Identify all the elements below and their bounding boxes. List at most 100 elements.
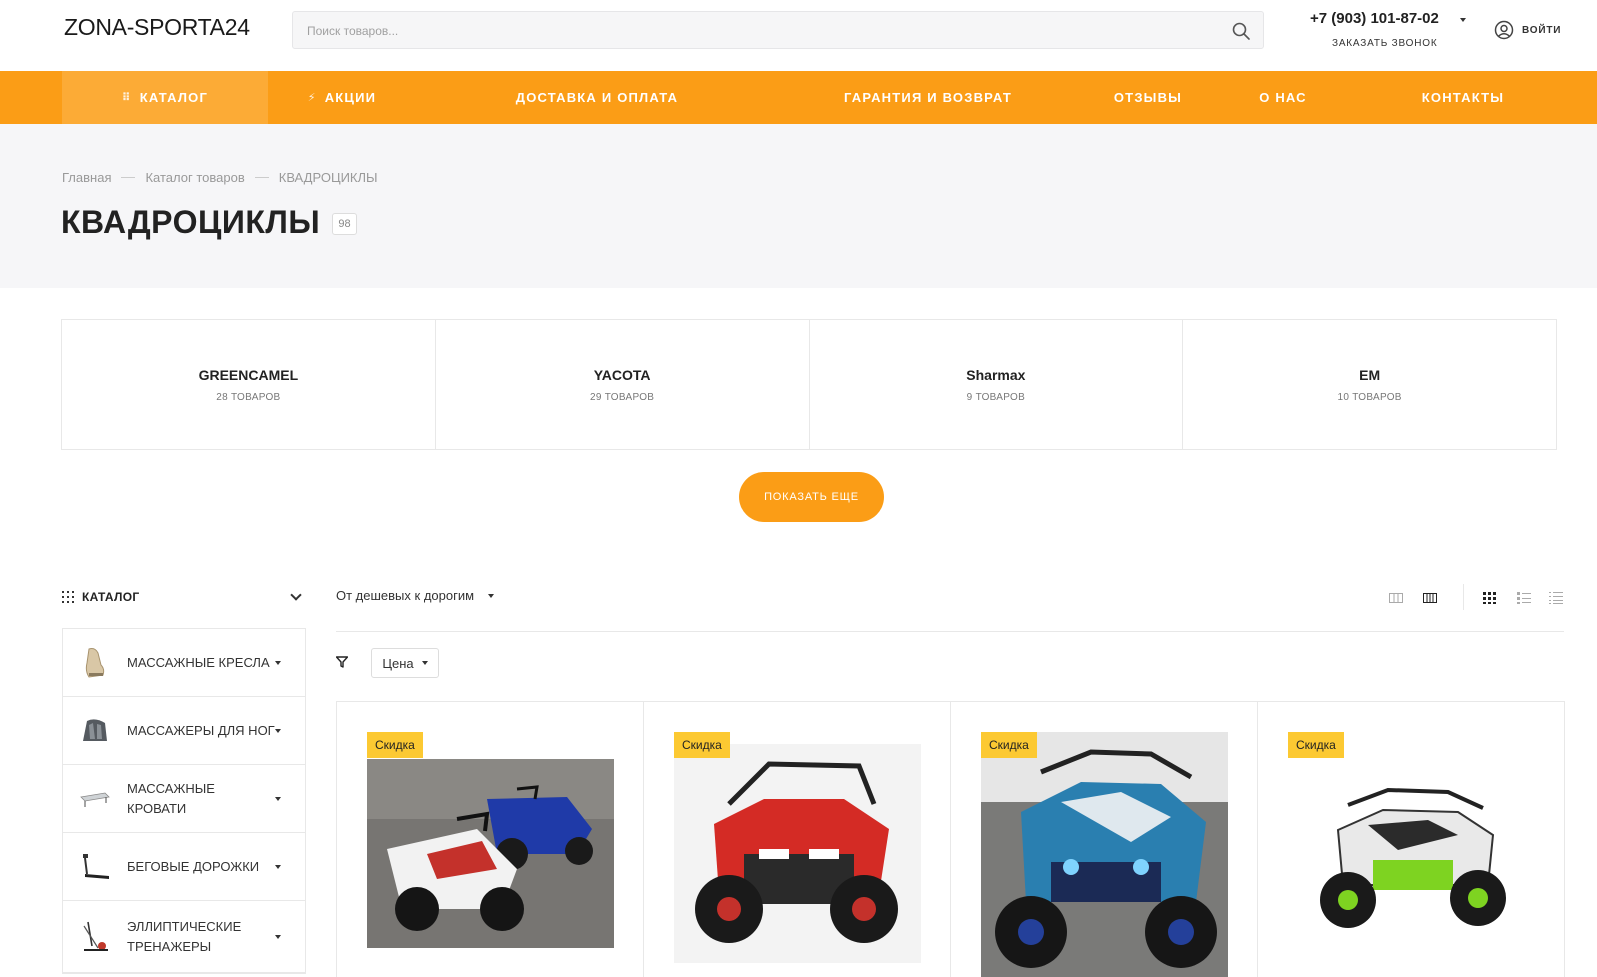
discount-badge: Скидка xyxy=(1288,732,1344,758)
caret-down-icon[interactable] xyxy=(275,660,281,665)
sidebar-item-label: БЕГОВЫЕ ДОРОЖКИ xyxy=(127,858,260,874)
page-title: КВАДРОЦИКЛЫ xyxy=(61,204,321,240)
nav-sales-label: АКЦИИ xyxy=(324,90,377,105)
treadmill-icon xyxy=(79,850,111,884)
callback-link[interactable]: ЗАКАЗАТЬ ЗВОНОК xyxy=(1332,38,1437,49)
columns-4-icon[interactable] xyxy=(1423,593,1437,603)
caret-down-icon xyxy=(421,661,428,665)
nav-warranty[interactable]: ГАРАНТИЯ И ВОЗВРАТ xyxy=(778,71,1078,124)
sidebar-item-label: МАССАЖНЫЕ КРОВАТИ xyxy=(127,780,215,816)
sort-label: От дешевых к дорогим xyxy=(336,588,475,603)
brand-card[interactable]: Sharmax 9 ТОВАРОВ xyxy=(810,320,1184,449)
sidebar-item-massage-chairs[interactable]: МАССАЖНЫЕ КРЕСЛА xyxy=(63,629,305,697)
sidebar-item-foot-massagers[interactable]: МАССАЖЕРЫ ДЛЯ НОГ xyxy=(63,697,305,765)
brand-grid: GREENCAMEL 28 ТОВАРОВ YACOTA 29 ТОВАРОВ … xyxy=(61,319,1557,450)
toolbar-divider xyxy=(336,631,1564,632)
price-filter-button[interactable]: Цена xyxy=(371,648,439,678)
brand-name: EM xyxy=(1359,366,1381,383)
product-card[interactable]: Скидка xyxy=(644,702,951,977)
caret-down-icon[interactable] xyxy=(275,934,281,939)
brand-name: Sharmax xyxy=(966,366,1026,383)
nav-warranty-label: ГАРАНТИЯ И ВОЗВРАТ xyxy=(844,90,1012,105)
phone-dropdown-icon[interactable] xyxy=(1460,18,1466,22)
brand-count: 29 ТОВАРОВ xyxy=(590,391,655,403)
sidebar-title: КАТАЛОГ xyxy=(82,590,140,604)
lightning-icon: ⚡ xyxy=(307,92,317,104)
product-image[interactable] xyxy=(367,759,614,948)
caret-down-icon xyxy=(488,593,495,598)
nav-about-label: О НАС xyxy=(1259,90,1307,105)
brand-count: 28 ТОВАРОВ xyxy=(216,391,281,403)
view-divider xyxy=(1463,584,1464,610)
filter-icon[interactable] xyxy=(336,656,348,668)
brand-name: GREENCAMEL xyxy=(198,366,299,383)
massage-bed-icon xyxy=(79,782,111,816)
nav-catalog-label: КАТАЛОГ xyxy=(139,90,209,105)
breadcrumb-catalog[interactable]: Каталог товаров xyxy=(145,170,244,185)
brand-card[interactable]: YACOTA 29 ТОВАРОВ xyxy=(436,320,810,449)
brand-card[interactable]: EM 10 ТОВАРОВ xyxy=(1183,320,1556,449)
breadcrumb-home[interactable]: Главная xyxy=(62,170,111,185)
elliptical-trainer-icon xyxy=(79,920,111,954)
nav-catalog[interactable]: ⠿ КАТАЛОГ xyxy=(62,71,268,124)
discount-badge: Скидка xyxy=(367,732,423,758)
discount-badge: Скидка xyxy=(674,732,730,758)
sidebar-item-elliptical-trainers[interactable]: ЭЛЛИПТИЧЕСКИЕ ТРЕНАЖЕРЫ xyxy=(63,901,305,973)
nav-sales[interactable]: ⚡ АКЦИИ xyxy=(268,71,416,124)
main-nav: ⠿ КАТАЛОГ ⚡ АКЦИИ ДОСТАВКА И ОПЛАТА ГАРА… xyxy=(0,71,1597,124)
compact-list-icon[interactable] xyxy=(1549,592,1563,604)
logo[interactable]: ZONA-SPORTA24 xyxy=(64,14,250,41)
title-band: Главная Каталог товаров КВАДРОЦИКЛЫ КВАД… xyxy=(0,124,1597,288)
login-button[interactable]: ВОЙТИ xyxy=(1494,19,1561,41)
search-bar xyxy=(292,11,1264,49)
layout-toggle-group xyxy=(1483,590,1563,606)
user-icon xyxy=(1494,20,1514,40)
search-icon[interactable] xyxy=(1231,21,1251,41)
product-card[interactable]: Скидка xyxy=(1258,702,1565,977)
brand-count: 9 ТОВАРОВ xyxy=(966,391,1026,403)
sidebar-item-label: ЭЛЛИПТИЧЕСКИЕ ТРЕНАЖЕРЫ xyxy=(127,918,242,954)
caret-down-icon[interactable] xyxy=(275,864,281,869)
show-more-button[interactable]: ПОКАЗАТЬ ЕЩЕ xyxy=(739,472,884,522)
sort-dropdown[interactable]: От дешевых к дорогим xyxy=(336,588,495,603)
view-toggle-group xyxy=(1389,590,1437,606)
breadcrumb-separator xyxy=(121,177,136,178)
nav-about[interactable]: О НАС xyxy=(1218,71,1348,124)
login-label: ВОЙТИ xyxy=(1522,24,1562,36)
list-view-icon[interactable] xyxy=(1517,592,1531,604)
nav-contacts[interactable]: КОНТАКТЫ xyxy=(1348,71,1578,124)
product-image[interactable] xyxy=(981,732,1228,977)
foot-massager-icon xyxy=(79,714,111,748)
product-image[interactable] xyxy=(674,744,921,963)
product-card[interactable]: Скидка xyxy=(337,702,644,977)
brand-card[interactable]: GREENCAMEL 28 ТОВАРОВ xyxy=(62,320,436,449)
search-input[interactable] xyxy=(307,21,1187,41)
sidebar-catalog-toggle[interactable]: КАТАЛОГ xyxy=(62,587,306,607)
nav-delivery[interactable]: ДОСТАВКА И ОПЛАТА xyxy=(416,71,778,124)
sidebar-item-massage-beds[interactable]: МАССАЖНЫЕ КРОВАТИ xyxy=(63,765,305,833)
sidebar-category-list: МАССАЖНЫЕ КРЕСЛА МАССАЖЕРЫ ДЛЯ НОГ МАССА… xyxy=(62,628,306,974)
phone-number[interactable]: +7 (903) 101-87-02 xyxy=(1310,10,1439,27)
chevron-down-icon xyxy=(290,589,302,601)
breadcrumb-separator xyxy=(254,177,269,178)
brand-count: 10 ТОВАРОВ xyxy=(1337,391,1402,403)
breadcrumb: Главная Каталог товаров КВАДРОЦИКЛЫ xyxy=(62,170,378,185)
nav-reviews[interactable]: ОТЗЫВЫ xyxy=(1078,71,1218,124)
breadcrumb-current: КВАДРОЦИКЛЫ xyxy=(278,170,378,185)
price-filter-label: Цена xyxy=(382,655,414,671)
header: ZONA-SPORTA24 +7 (903) 101-87-02 ЗАКАЗАТ… xyxy=(0,0,1597,70)
product-image[interactable] xyxy=(1308,780,1518,940)
columns-3-icon[interactable] xyxy=(1389,593,1403,603)
grid-icon: ⠿ xyxy=(121,92,132,104)
sidebar-item-label: МАССАЖНЫЕ КРЕСЛА xyxy=(127,654,270,670)
nav-reviews-label: ОТЗЫВЫ xyxy=(1113,90,1183,105)
product-card[interactable]: Скидка xyxy=(951,702,1258,977)
grid-view-icon[interactable] xyxy=(1483,592,1497,604)
nav-contacts-label: КОНТАКТЫ xyxy=(1421,90,1505,105)
nav-delivery-label: ДОСТАВКА И ОПЛАТА xyxy=(515,90,679,105)
caret-down-icon[interactable] xyxy=(275,796,281,801)
caret-down-icon[interactable] xyxy=(275,728,281,733)
sidebar-item-treadmills[interactable]: БЕГОВЫЕ ДОРОЖКИ xyxy=(63,833,305,901)
product-count-badge: 98 xyxy=(332,213,357,235)
grid-icon xyxy=(62,591,74,603)
